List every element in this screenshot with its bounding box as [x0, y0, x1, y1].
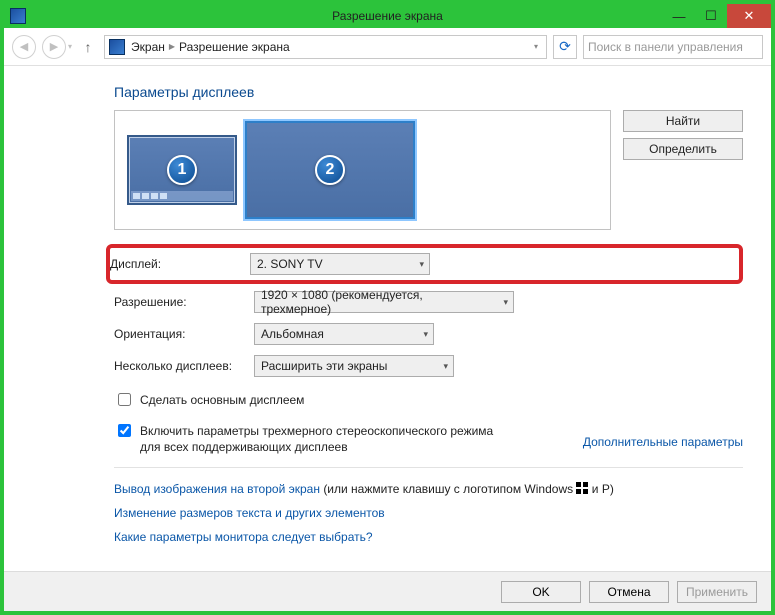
form-area: Дисплей: 2. SONY TV Разрешение: 1920 × 1… — [114, 244, 743, 544]
footer: OK Отмена Применить — [4, 571, 771, 611]
orientation-row: Ориентация: Альбомная — [114, 318, 743, 350]
back-button[interactable]: ◀ — [12, 35, 36, 59]
breadcrumb-dropdown-icon[interactable]: ▾ — [530, 42, 542, 51]
maximize-button[interactable]: ☐ — [695, 4, 727, 28]
highlight-annotation: Дисплей: 2. SONY TV — [106, 244, 743, 284]
taskbar-icon — [131, 191, 233, 201]
stereo-label: Включить параметры трехмерного стереоско… — [140, 423, 494, 455]
which-settings-link[interactable]: Какие параметры монитора следует выбрать… — [114, 530, 743, 544]
refresh-button[interactable]: ⟳ — [553, 35, 577, 59]
preview-side-buttons: Найти Определить — [623, 110, 743, 160]
orientation-dropdown[interactable]: Альбомная — [254, 323, 434, 345]
stereo-checkbox[interactable] — [118, 424, 131, 437]
minimize-button[interactable]: — — [663, 4, 695, 28]
display-dropdown[interactable]: 2. SONY TV — [250, 253, 430, 275]
monitor-number-badge: 1 — [167, 155, 197, 185]
windows-key-icon — [576, 482, 588, 494]
apply-button[interactable]: Применить — [677, 581, 757, 603]
close-button[interactable]: ✕ — [727, 4, 771, 28]
cancel-button[interactable]: Отмена — [589, 581, 669, 603]
app-icon — [10, 8, 26, 24]
resolution-row: Разрешение: 1920 × 1080 (рекомендуется, … — [114, 286, 743, 318]
breadcrumb-item[interactable]: Экран — [131, 40, 165, 54]
chevron-right-icon: ▶ — [169, 42, 175, 51]
window-controls: — ☐ ✕ — [663, 4, 771, 28]
breadcrumb[interactable]: Экран ▶ Разрешение экрана ▾ — [104, 35, 547, 59]
up-button[interactable]: ↑ — [78, 37, 98, 57]
breadcrumb-item[interactable]: Разрешение экрана — [179, 40, 290, 54]
history-dropdown-icon[interactable]: ▾ — [68, 42, 72, 51]
display-label: Дисплей: — [110, 257, 240, 271]
monitor-number-badge: 2 — [315, 155, 345, 185]
make-primary-row: Сделать основным дисплеем — [114, 392, 743, 409]
display-row: Дисплей: 2. SONY TV — [110, 250, 733, 278]
multi-display-row: Несколько дисплеев: Расширить эти экраны — [114, 350, 743, 382]
resolution-dropdown[interactable]: 1920 × 1080 (рекомендуется, трехмерное) — [254, 291, 514, 313]
links-block: Вывод изображения на второй экран (или н… — [114, 482, 743, 544]
forward-button[interactable]: ▶ — [42, 35, 66, 59]
find-button[interactable]: Найти — [623, 110, 743, 132]
project-link[interactable]: Вывод изображения на второй экран — [114, 482, 320, 496]
project-line: Вывод изображения на второй экран (или н… — [114, 482, 743, 496]
display-icon — [109, 39, 125, 55]
page-heading: Параметры дисплеев — [114, 84, 743, 100]
orientation-label: Ориентация: — [114, 327, 244, 341]
make-primary-label: Сделать основным дисплеем — [140, 392, 304, 408]
address-bar: ◀ ▶ ▾ ↑ Экран ▶ Разрешение экрана ▾ ⟳ По… — [4, 28, 771, 66]
stereo-row: Включить параметры трехмерного стереоско… — [114, 423, 494, 455]
search-placeholder: Поиск в панели управления — [588, 40, 743, 54]
multi-display-dropdown[interactable]: Расширить эти экраны — [254, 355, 454, 377]
text-size-link[interactable]: Изменение размеров текста и других элеме… — [114, 506, 743, 520]
ok-button[interactable]: OK — [501, 581, 581, 603]
display-preview-row: 1 2 Найти Определить — [114, 110, 743, 230]
window-title: Разрешение экрана — [4, 9, 771, 23]
window: Разрешение экрана — ☐ ✕ ◀ ▶ ▾ ↑ Экран ▶ … — [0, 0, 775, 615]
search-input[interactable]: Поиск в панели управления — [583, 35, 763, 59]
display-preview[interactable]: 1 2 — [114, 110, 611, 230]
content-area: Параметры дисплеев 1 2 Найти Определить … — [4, 66, 771, 571]
stereo-and-advanced-row: Включить параметры трехмерного стереоско… — [114, 415, 743, 455]
separator — [114, 467, 743, 468]
monitor-1[interactable]: 1 — [127, 135, 237, 205]
multi-display-label: Несколько дисплеев: — [114, 359, 244, 373]
monitor-2[interactable]: 2 — [245, 121, 415, 219]
resolution-label: Разрешение: — [114, 295, 244, 309]
make-primary-checkbox[interactable] — [118, 393, 131, 406]
advanced-settings-link[interactable]: Дополнительные параметры — [583, 435, 743, 449]
titlebar: Разрешение экрана — ☐ ✕ — [4, 4, 771, 28]
detect-button[interactable]: Определить — [623, 138, 743, 160]
